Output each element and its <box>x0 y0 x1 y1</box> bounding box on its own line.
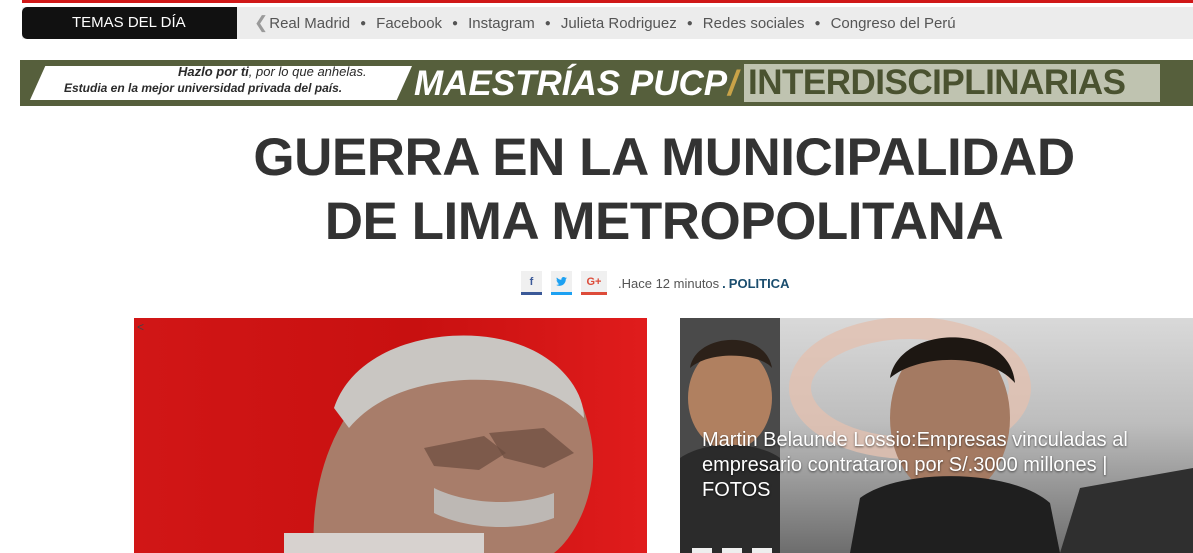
meta-separator: . <box>722 275 726 291</box>
chevron-left-icon[interactable]: ❮ <box>254 13 268 33</box>
slider-prev-arrow[interactable]: < <box>137 320 144 334</box>
facebook-icon: f <box>529 275 534 288</box>
article-headline: GUERRA EN LA MUNICIPALIDAD DE LIMA METRO… <box>130 126 1193 254</box>
topic-separator: ● <box>544 17 551 29</box>
headline-line-2: DE LIMA METROPOLITANA <box>324 192 1004 251</box>
top-accent-line <box>22 0 1193 3</box>
topic-link-redes-sociales[interactable]: Redes sociales <box>703 15 805 32</box>
topic-separator: ● <box>452 17 459 29</box>
headline-line-1: GUERRA EN LA MUNICIPALIDAD <box>253 128 1075 187</box>
twitter-icon <box>556 277 567 286</box>
trending-topics-list: ❮ Real Madrid ● Facebook ● Instagram ● J… <box>254 7 956 39</box>
topic-link-julieta-rodriguez[interactable]: Julieta Rodriguez <box>561 15 677 32</box>
article-timestamp: .Hace 12 minutos <box>618 275 720 291</box>
trending-topics-label: TEMAS DEL DÍA <box>22 7 237 39</box>
article-category-link[interactable]: POLITICA <box>729 276 790 291</box>
topic-link-facebook[interactable]: Facebook <box>376 15 442 32</box>
facebook-share-button[interactable]: f <box>521 271 542 295</box>
googleplus-share-button[interactable]: G+ <box>581 271 607 295</box>
banner-title-maestrias: MAESTRÍAS PUCP <box>414 64 728 103</box>
twitter-share-button[interactable] <box>551 271 572 295</box>
banner-tagline-rest: , por lo que anhelas. <box>248 64 367 79</box>
banner-tagline-bold: Hazlo por ti <box>178 64 249 79</box>
banner-title-interdisciplinarias: INTERDISCIPLINARIAS <box>744 64 1160 102</box>
main-article-photo-illustration <box>284 335 594 553</box>
featured-article-caption[interactable]: Martin Belaunde Lossio:Empresas vinculad… <box>702 428 1172 503</box>
banner-slash: / <box>728 64 738 103</box>
slider-dot[interactable] <box>722 548 742 553</box>
topic-link-congreso-del-peru[interactable]: Congreso del Perú <box>831 15 956 32</box>
topic-separator: ● <box>686 17 693 29</box>
topic-separator: ● <box>814 17 821 29</box>
ad-banner-pucp[interactable]: Hazlo por ti, por lo que anhelas. Estudi… <box>20 60 1193 106</box>
slider-dot[interactable] <box>752 548 772 553</box>
slider-dots <box>692 548 782 553</box>
topic-separator: ● <box>360 17 367 29</box>
featured-article-card[interactable]: Martin Belaunde Lossio:Empresas vinculad… <box>680 318 1193 553</box>
article-meta: f G+ .Hace 12 minutos . POLITICA <box>521 270 789 296</box>
banner-subline: Estudia en la mejor universidad privada … <box>64 81 343 95</box>
topic-link-real-madrid[interactable]: Real Madrid <box>269 15 350 32</box>
banner-tagline: Hazlo por ti, por lo que anhelas. <box>178 64 367 79</box>
main-article-photo[interactable]: < <box>134 318 647 553</box>
topic-link-instagram[interactable]: Instagram <box>468 15 535 32</box>
slider-dot[interactable] <box>692 548 712 553</box>
googleplus-icon: G+ <box>586 275 602 288</box>
trending-topics-bar: TEMAS DEL DÍA ❮ Real Madrid ● Facebook ●… <box>22 7 1193 39</box>
